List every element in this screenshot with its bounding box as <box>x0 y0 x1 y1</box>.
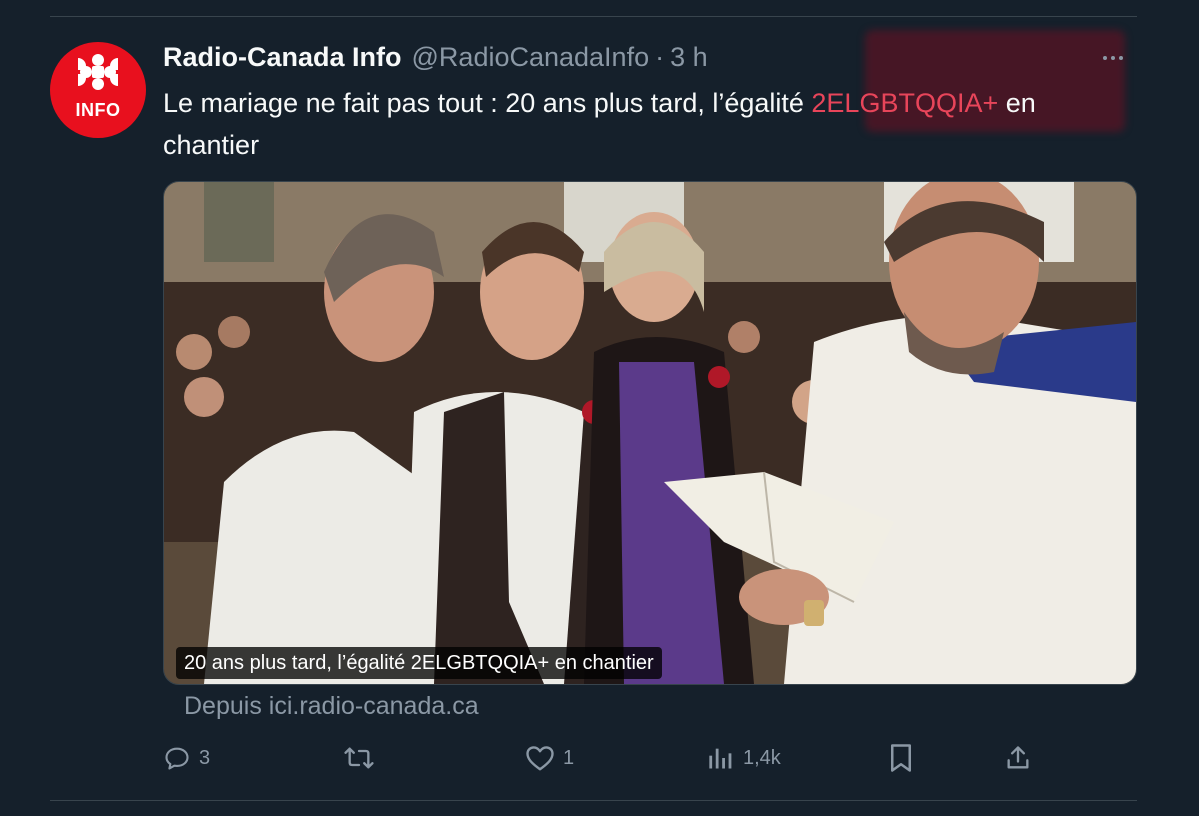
tweet-text-part: Le mariage ne fait pas tout : 20 ans plu… <box>163 88 812 118</box>
avatar[interactable]: INFO <box>50 42 146 138</box>
share-button[interactable] <box>1004 736 1032 780</box>
like-count: 1 <box>563 746 575 769</box>
views-button[interactable]: 1,4k <box>707 736 781 780</box>
tweet-text: Le mariage ne fait pas tout : 20 ans plu… <box>163 82 1123 166</box>
media-caption: 20 ans plus tard, l’égalité 2ELGBTQQIA+ … <box>176 647 662 679</box>
more-dot <box>1119 56 1123 60</box>
user-handle[interactable]: @RadioCanadaInfo <box>412 42 650 73</box>
tweet-header: Radio-Canada Info @RadioCanadaInfo · 3 h <box>163 38 708 76</box>
more-dot <box>1103 56 1107 60</box>
reply-icon <box>165 747 189 770</box>
action-bar: 3 1 1,4k <box>0 736 1199 780</box>
more-dot <box>1111 56 1115 60</box>
top-divider <box>50 16 1137 17</box>
repost-icon <box>344 747 374 769</box>
bookmark-button[interactable] <box>888 736 914 780</box>
timestamp[interactable]: 3 h <box>670 42 708 73</box>
reply-button[interactable]: 3 <box>163 736 210 780</box>
hashtag-link[interactable]: 2ELGBTQQIA+ <box>811 88 998 118</box>
views-count: 1,4k <box>743 746 781 769</box>
like-button[interactable]: 1 <box>525 736 574 780</box>
reply-count: 3 <box>199 746 211 769</box>
repost-button[interactable] <box>343 736 383 780</box>
source-link[interactable]: Depuis ici.radio-canada.ca <box>184 692 479 721</box>
bottom-divider <box>50 800 1137 801</box>
bookmark-icon <box>891 744 911 772</box>
link-card-image[interactable]: 20 ans plus tard, l’égalité 2ELGBTQQIA+ … <box>163 181 1137 685</box>
heart-icon <box>526 746 554 771</box>
wedding-photo <box>164 182 1136 684</box>
avatar-label: INFO <box>75 100 121 120</box>
more-options-button[interactable] <box>1096 44 1130 72</box>
separator-dot: · <box>655 41 665 72</box>
share-icon <box>1007 746 1029 769</box>
radio-canada-logo-icon <box>78 54 118 90</box>
views-icon <box>709 748 732 769</box>
display-name[interactable]: Radio-Canada Info <box>163 42 402 73</box>
